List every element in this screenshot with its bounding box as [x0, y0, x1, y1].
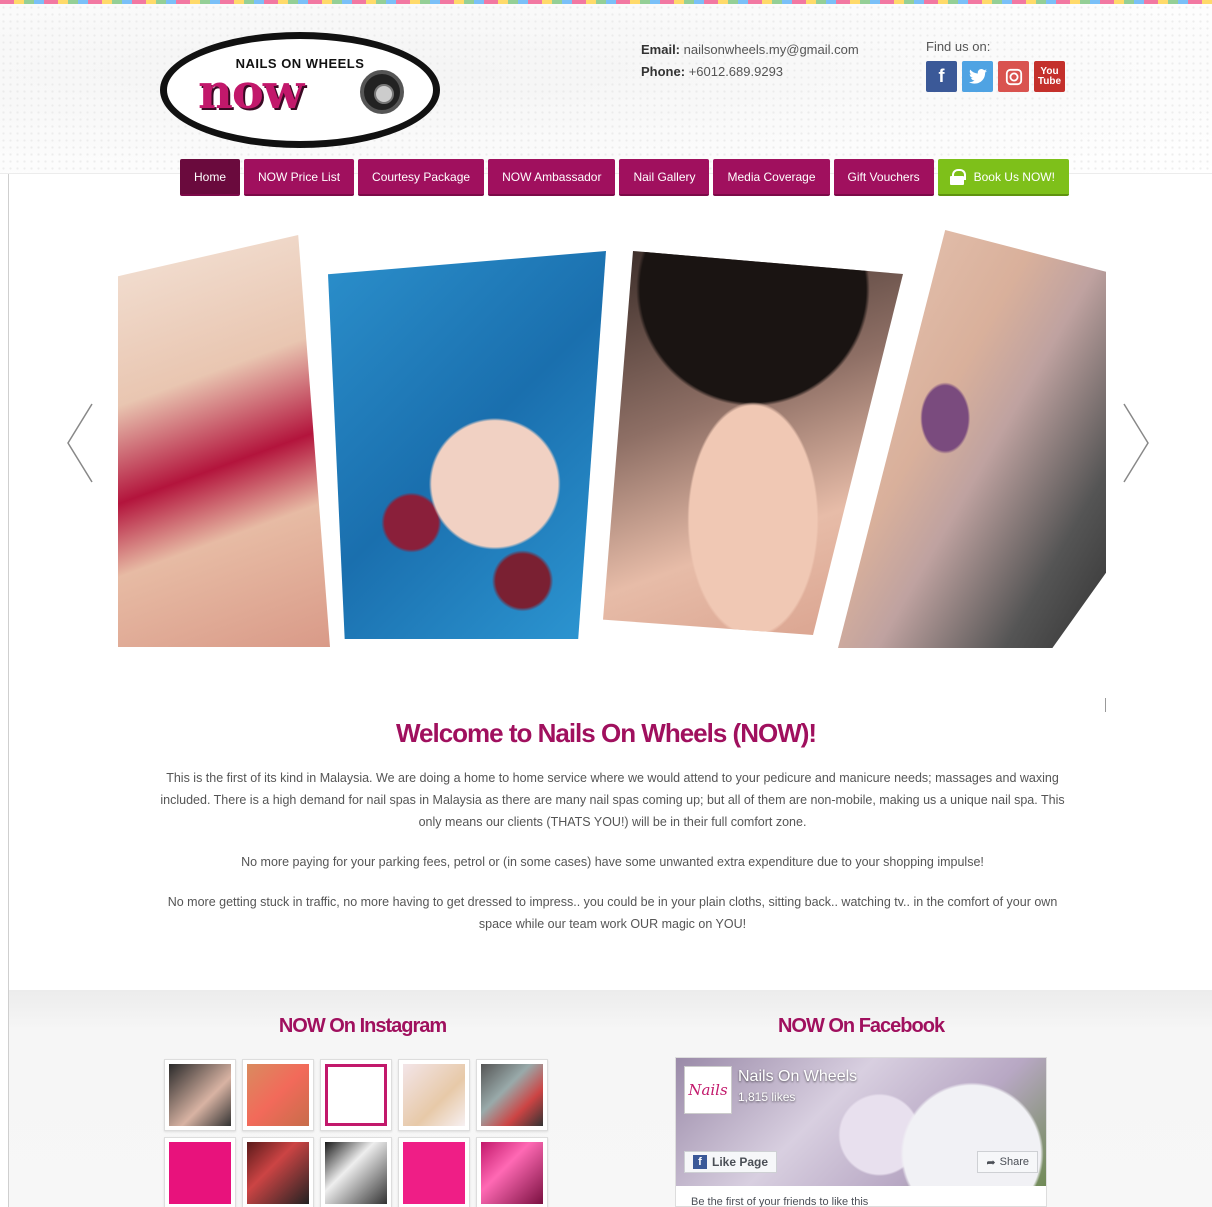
phone-label: Phone:: [641, 64, 686, 79]
facebook-title: NOW On Facebook: [777, 1015, 945, 1037]
nav-ambassador[interactable]: NOW Ambassador: [488, 159, 616, 196]
welcome-paragraph-1: This is the first of its kind in Malaysi…: [160, 771, 1065, 829]
welcome-title: Welcome to Nails On Wheels (NOW)!: [395, 718, 817, 748]
carousel-photo-french-tips: [328, 251, 606, 639]
welcome-paragraph-2: No more paying for your parking fees, pe…: [241, 855, 984, 869]
social-links: f You Tube: [926, 61, 1065, 92]
nav-price-list[interactable]: NOW Price List: [244, 159, 355, 196]
image-carousel: [0, 225, 1212, 712]
facebook-like-label: Like Page: [712, 1155, 769, 1169]
nav-nail-gallery[interactable]: Nail Gallery: [619, 159, 710, 196]
instagram-thumb[interactable]: [398, 1059, 470, 1131]
facebook-share-button[interactable]: ➦ Share: [977, 1151, 1038, 1173]
carousel-marker: [1105, 698, 1106, 712]
carousel-photo-red-nails: [118, 235, 330, 647]
instagram-title: NOW On Instagram: [278, 1015, 447, 1037]
nav-gift-vouchers[interactable]: Gift Vouchers: [833, 159, 934, 196]
book-us-button[interactable]: Book Us NOW!: [937, 159, 1069, 196]
instagram-thumb[interactable]: [476, 1059, 548, 1131]
email-label: Email:: [641, 42, 681, 57]
contact-info: Email: nailsonwheels.my@gmail.com Phone:…: [641, 39, 859, 83]
book-us-label: Book Us NOW!: [973, 169, 1055, 184]
site-header: NAILS ON WHEELS now Email: nailsonwheels…: [0, 4, 1212, 174]
share-arrow-icon: ➦: [986, 1156, 996, 1169]
facebook-page-widget: Nails Nails On Wheels 1,815 likes f Like…: [675, 1057, 1047, 1207]
lock-icon: [949, 168, 966, 185]
facebook-like-button[interactable]: f Like Page: [684, 1151, 778, 1173]
instagram-thumb[interactable]: [320, 1059, 392, 1131]
instagram-thumb[interactable]: [476, 1137, 548, 1207]
carousel-prev-arrow-icon[interactable]: [62, 400, 96, 486]
email-link[interactable]: nailsonwheels.my@gmail.com: [684, 42, 859, 57]
instagram-thumb[interactable]: [242, 1137, 314, 1207]
instagram-thumb[interactable]: [164, 1137, 236, 1207]
twitter-icon[interactable]: [962, 61, 993, 92]
instagram-thumb[interactable]: [320, 1137, 392, 1207]
facebook-share-label: Share: [999, 1156, 1029, 1168]
facebook-icon[interactable]: f: [926, 61, 957, 92]
find-us-label: Find us on:: [926, 39, 991, 54]
facebook-page-name[interactable]: Nails On Wheels: [738, 1068, 857, 1086]
nav-media-coverage[interactable]: Media Coverage: [713, 159, 830, 196]
main-navigation: Home NOW Price List Courtesy Package NOW…: [180, 159, 1069, 196]
facebook-friends-text: Be the first of your friends to like thi…: [691, 1196, 869, 1207]
nav-home[interactable]: Home: [180, 159, 241, 196]
instagram-thumb[interactable]: [242, 1059, 314, 1131]
phone-number: +6012.689.9293: [688, 64, 784, 79]
facebook-page-logo[interactable]: Nails: [684, 1066, 732, 1114]
instagram-thumb[interactable]: [398, 1137, 470, 1207]
youtube-icon[interactable]: You Tube: [1034, 61, 1065, 92]
logo-main-text: now: [198, 64, 304, 120]
facebook-icon: f: [693, 1155, 707, 1169]
nav-courtesy-package[interactable]: Courtesy Package: [358, 159, 485, 196]
welcome-paragraph-3: No more getting stuck in traffic, no mor…: [167, 895, 1058, 931]
site-logo[interactable]: NAILS ON WHEELS now: [160, 32, 440, 148]
carousel-next-arrow-icon[interactable]: [1120, 400, 1154, 486]
facebook-likes-count: 1,815 likes: [738, 1090, 796, 1104]
wheel-icon: [360, 70, 404, 114]
instagram-icon[interactable]: [998, 61, 1029, 92]
instagram-grid: [164, 1059, 548, 1207]
instagram-thumb[interactable]: [164, 1059, 236, 1131]
